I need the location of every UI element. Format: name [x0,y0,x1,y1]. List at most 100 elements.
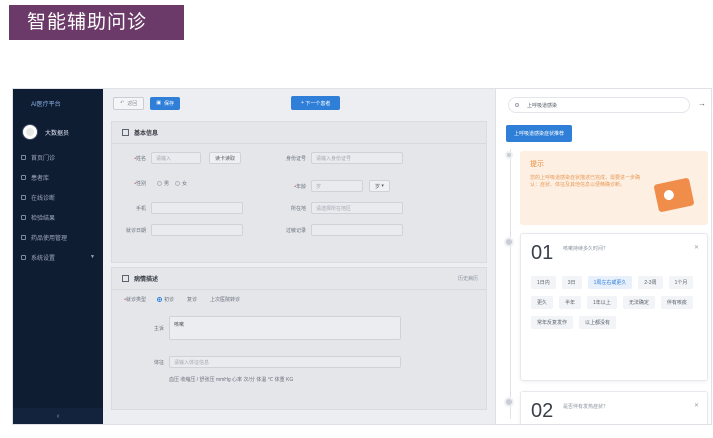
timeline-dot [504,397,514,407]
answer-chip[interactable]: 3日 [561,276,582,289]
age-row: •年龄 岁 岁 ▾ [272,180,390,192]
answer-chip[interactable]: 1年以上 [587,296,617,309]
id-label: 身份证号 [285,155,306,162]
card-title: 基本信息 [134,131,159,137]
diagnosis-search-input[interactable]: 上呼吸道感染 [508,97,690,113]
save-icon: ▣ [156,100,161,106]
history-label: 体征 [153,359,164,366]
tip-card: 提示 您的上呼吸道感染症状描述已完成，需要进一步确认：症状、体征及其他信息以便精… [520,151,708,225]
save-button[interactable]: ▣ 保存 [150,96,180,110]
age-input[interactable]: 岁 [311,180,363,192]
answer-chip[interactable]: 伴有咳痰 [660,296,693,309]
phone-label: 手机 [135,205,146,212]
answer-chip[interactable]: 1日内 [531,276,556,289]
sidebar-item-label: 系统设置 [31,255,56,262]
pill-icon [21,234,26,240]
back-icon: ↶ [120,100,125,106]
home-icon [21,154,26,160]
answer-chip[interactable]: 半年 [559,296,582,309]
answer-chip[interactable]: 1个月 [668,276,694,289]
id-input[interactable]: 请输入身份证号 [311,152,403,164]
sidebar-item-patients[interactable]: 患者库 [13,167,103,187]
gear-icon [21,254,26,260]
form-icon [122,275,129,282]
complaint-label: 主诉 [153,325,164,332]
sidebar-item-home[interactable]: 首页门诊 [13,147,103,167]
tip-text: 您的上呼吸道感染症状描述已完成，需要进一步确认：症状、体征及其他信息以便精确诊断… [530,175,641,188]
question-card: 02 是否伴有发热症状？ ✕ [520,391,708,424]
form-icon [122,129,129,136]
record-row: 过敏记录 [272,224,403,236]
symptom-card: 病情描述 历史病历 •就诊类型 初诊 复诊 上次医院转诊 主诉 咳嗽 体征 请输入… [111,267,487,410]
phone-row: 手机 [112,202,243,214]
play-illustration-icon [653,177,695,213]
record-input[interactable] [311,224,403,236]
sex-label: •性别 [134,181,146,187]
question-title: 咳嗽持续多久时间？ [563,246,609,252]
back-label: 返回 [127,100,138,107]
history-input[interactable]: 请输入体征信息 [169,356,401,368]
name-input[interactable]: 请输入 [151,152,201,164]
tip-title: 提示 [530,161,544,168]
recommend-button[interactable]: 上呼吸道感染症状推荐 [506,125,573,142]
read-card-button[interactable]: 读卡读取 [209,152,242,164]
card-header: 病情描述 历史病历 [112,268,486,290]
sidebar-item-label: 首页门诊 [31,155,56,162]
app-window: AI医疗平台 大数据员 首页门诊 患者库 在线诊断 检验结果 药品使用管理 系统… [12,88,712,425]
question-number: 01 [531,242,554,264]
question-number: 02 [531,400,554,422]
timeline-dot [505,151,513,159]
type-opt1: 初诊 [164,297,175,303]
brand-logo: AI医疗平台 [13,89,103,117]
first-visit-radio[interactable] [157,297,162,302]
sidebar-collapse-button[interactable]: ‹ [13,408,103,424]
answer-chip[interactable]: 无法确定 [622,296,655,309]
sex-opt2: 女 [182,181,188,187]
sidebar-item-label: 患者库 [31,175,50,182]
age-unit-select[interactable]: 岁 ▾ [369,180,390,192]
type-opt2[interactable]: 复诊 [187,296,197,303]
answer-chip[interactable]: 2-3周 [638,276,663,289]
sidebar-item-label: 药品使用管理 [31,235,68,242]
complaint-textarea[interactable]: 咳嗽 [169,316,401,340]
next-patient-button[interactable]: + 下一个患者 [291,96,341,110]
question-title: 是否伴有发热症状？ [563,404,609,410]
basic-info-card: 基本信息 •姓名 请输入 读卡读取 身份证号 请输入身份证号 •性别 男 女 •… [111,121,487,263]
user-name: 大数据员 [45,130,70,137]
brand-label: AI医疗平台 [31,101,61,108]
users-icon [21,174,26,180]
history-record-link[interactable]: 历史病历 [458,275,478,282]
answer-chip[interactable]: 以上都没有 [579,316,617,329]
timeline-dot [504,237,514,247]
sex-male-radio[interactable] [157,181,162,186]
sidebar-item-label: 在线诊断 [31,195,56,202]
vitals-row: 血压 收缩压 / 舒张压 mmHg 心率 次/分 体温 ℃ 体重 KG [169,376,293,383]
answer-chip[interactable]: 1周左右或更久 [587,276,633,289]
back-button[interactable]: ↶ 返回 [113,96,145,110]
sidebar: AI医疗平台 大数据员 首页门诊 患者库 在线诊断 检验结果 药品使用管理 系统… [13,89,103,424]
close-icon[interactable]: ✕ [694,244,699,251]
close-icon[interactable]: ✕ [694,402,699,409]
sidebar-item-diagnosis[interactable]: 在线诊断 [13,187,103,207]
next-label: 下一个患者 [305,100,331,107]
visit-type-label: •就诊类型 [124,297,146,303]
user-profile[interactable]: 大数据员 [13,117,103,147]
visit-label: 就诊日期 [125,227,146,234]
type-opt3[interactable]: 上次医院转诊 [210,296,240,303]
age-label: •年龄 [294,183,306,190]
complaint-row: 主诉 咳嗽 [112,316,401,340]
sex-female-radio[interactable] [175,181,181,186]
phone-input[interactable] [151,202,243,214]
visit-input[interactable] [151,224,243,236]
arrow-right-icon[interactable]: → [698,99,706,108]
answer-chip[interactable]: 常年反复发作 [531,316,574,329]
sidebar-item-results[interactable]: 检验结果 [13,207,103,227]
visit-row: 就诊日期 [112,224,243,236]
sidebar-item-settings[interactable]: 系统设置 ▼ [13,247,103,267]
answer-chip[interactable]: 更久 [531,296,554,309]
page: 智能辅助问诊 AI医疗平台 大数据员 首页门诊 患者库 在线诊断 检验结果 药品… [0,0,713,438]
region-select[interactable]: 请选择所在地区 [311,202,403,214]
sidebar-item-drugs[interactable]: 药品使用管理 [13,227,103,247]
history-row: 体征 请输入体征信息 [112,356,401,368]
question-card: 01 咳嗽持续多久时间？ ✕ 1日内 3日 1周左右或更久 2-3周 1个月 更… [520,233,708,381]
